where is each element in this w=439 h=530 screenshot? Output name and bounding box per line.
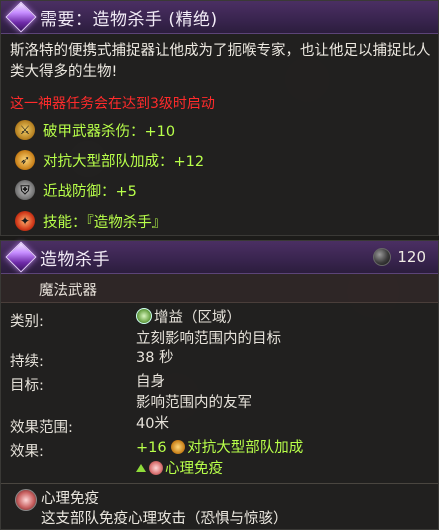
skill-subtype-bar: 魔法武器 xyxy=(1,274,438,303)
perk-text: 技能：『造物杀手』 xyxy=(43,214,167,231)
target-value-1: 自身 xyxy=(136,374,165,390)
increase-arrow-icon xyxy=(136,464,146,472)
perk-item[interactable]: ✦ 技能：『造物杀手』 xyxy=(15,209,166,233)
skill-subtype: 魔法武器 xyxy=(39,283,97,299)
skill-panel: 造物杀手 120 魔法武器 类别: 增益（区域） 立刻影响范围内的目标 持续: … xyxy=(0,240,439,530)
skill-title: 造物杀手 xyxy=(40,249,110,270)
duration-value: 38 秒 xyxy=(136,350,174,366)
type-label: 类别: xyxy=(10,314,44,330)
effect-stat: 对抗大型部队加成 xyxy=(187,440,304,456)
perk-item: ➶ 对抗大型部队加成：+12 xyxy=(15,148,204,172)
armor-piercing-icon: ⚔ xyxy=(15,120,35,140)
effect-amount: +16 xyxy=(136,440,167,456)
requirement-description: 斯洛特的便携式捕捉器让他成为了扼喉专家，也让他足以捕捉比人类大得多的生物! xyxy=(10,43,431,80)
requirement-panel: 需要：造物杀手 (精绝) 斯洛特的便携式捕捉器让他成为了扼喉专家，也让他足以捕捉… xyxy=(0,0,439,236)
target-value: 自身 影响范围内的友军 xyxy=(136,372,252,414)
immune-title: 心理免疫 xyxy=(41,491,99,507)
rarity-gem-icon xyxy=(5,241,37,273)
target-value-2: 影响范围内的友军 xyxy=(136,395,252,411)
type-value: 增益（区域） 立刻影响范围内的目标 xyxy=(136,308,281,350)
target-icon: ➶ xyxy=(15,150,35,170)
quest-warning: 这一神器任务会在达到3级时启动 xyxy=(10,96,215,112)
perk-text: 近战防御：+5 xyxy=(43,183,137,200)
rarity-gem-icon xyxy=(5,1,37,33)
recharge-icon xyxy=(373,248,392,266)
range-label: 效果范围: xyxy=(10,420,73,436)
type-value-1: 增益（区域） xyxy=(154,310,241,326)
perk-item: ⚔ 破甲武器杀伤：+10 xyxy=(15,118,175,142)
shield-icon: ⛨ xyxy=(15,180,35,200)
effect-value: +16 对抗大型部队加成 心理免疫 xyxy=(136,438,303,480)
cost-value: 120 xyxy=(397,248,426,266)
skill-icon: ✦ xyxy=(15,211,35,231)
psych-immune-icon xyxy=(149,461,163,475)
effect-label: 效果: xyxy=(10,444,44,460)
area-buff-icon xyxy=(136,308,152,324)
perk-text: 破甲武器杀伤：+10 xyxy=(43,123,176,140)
immune-description: 这支部队免疫心理攻击（恐惧与惊骇） xyxy=(41,511,288,527)
requirement-header: 需要：造物杀手 (精绝) xyxy=(1,1,438,34)
divider xyxy=(1,483,438,484)
range-value: 40米 xyxy=(136,416,169,432)
requirement-title: 需要：造物杀手 (精绝) xyxy=(40,9,218,30)
perk-text: 对抗大型部队加成：+12 xyxy=(43,153,205,170)
perk-item: ⛨ 近战防御：+5 xyxy=(15,178,137,202)
effect-immunity: 心理免疫 xyxy=(165,461,223,477)
type-value-2: 立刻影响范围内的目标 xyxy=(136,331,281,347)
target-label: 目标: xyxy=(10,378,44,394)
skill-cost: 120 xyxy=(373,241,426,273)
duration-label: 持续: xyxy=(10,354,44,370)
target-icon xyxy=(171,440,186,454)
skill-header: 造物杀手 120 xyxy=(1,241,438,274)
psych-immune-icon xyxy=(15,489,37,511)
